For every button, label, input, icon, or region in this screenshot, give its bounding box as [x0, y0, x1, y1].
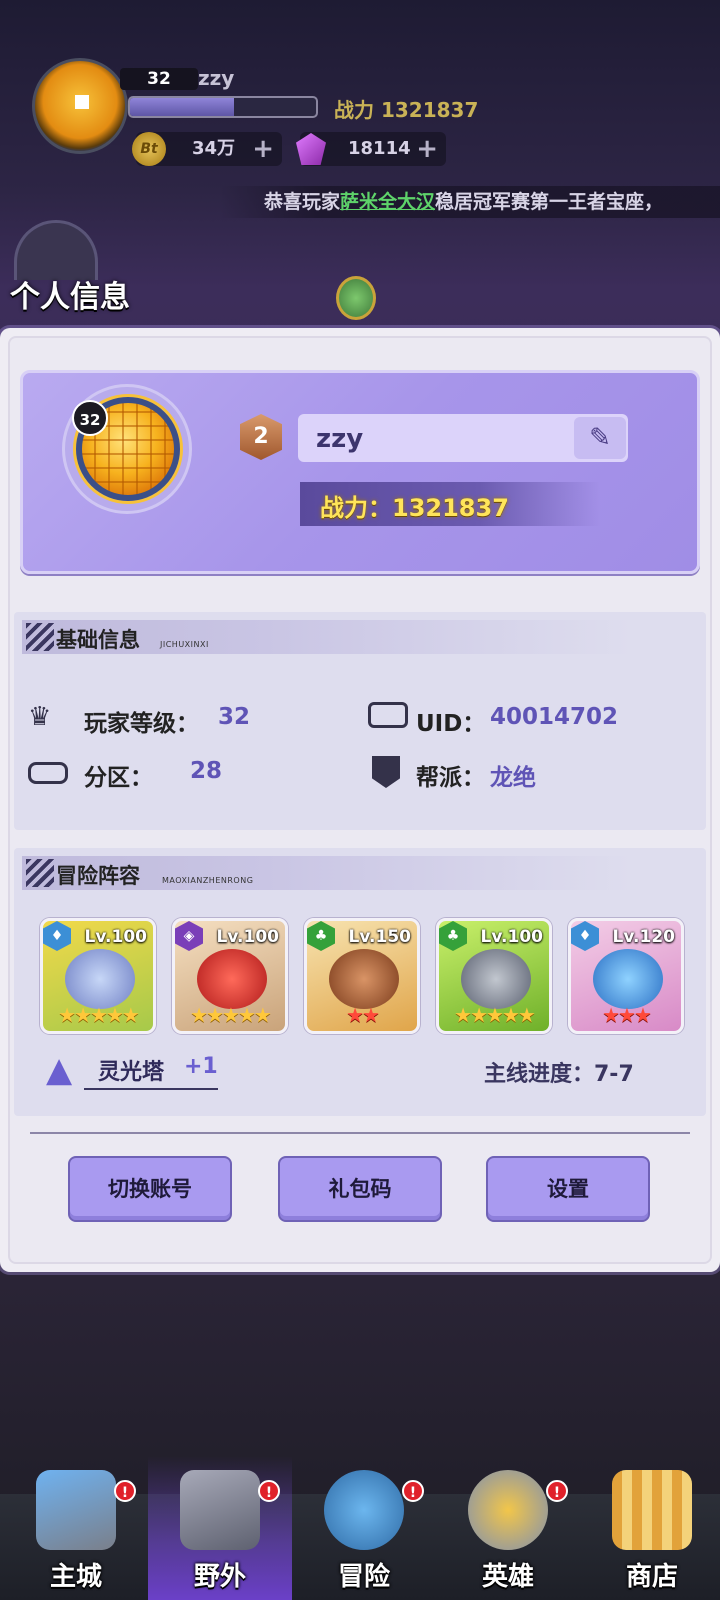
- side-menu-icon[interactable]: [14, 220, 98, 280]
- nav-main-city[interactable]: ! 主城: [4, 1456, 148, 1600]
- nav-label: 商店: [625, 1562, 678, 1592]
- lineup-subtitle: MAOXIANZHENRONG: [162, 876, 254, 885]
- uid-label: UID：: [416, 711, 486, 737]
- hero-level: Lv.100: [480, 927, 543, 947]
- profile-name: zzy: [316, 424, 364, 454]
- hero-slot-4[interactable]: ♣ Lv.100 ★★★★★: [436, 918, 552, 1034]
- hero-stars: ★★★★★: [58, 1003, 140, 1027]
- nav-field[interactable]: ! 野外: [148, 1456, 292, 1600]
- switch-account-button[interactable]: 切换账号: [68, 1156, 232, 1222]
- profile-level-badge: 32: [72, 400, 108, 436]
- nav-label: 主城: [49, 1562, 102, 1592]
- gem-amount: 18114: [348, 138, 411, 159]
- coin-resource: Bt 34万 +: [132, 132, 282, 166]
- player-avatar[interactable]: [32, 58, 128, 154]
- stripes-icon: [26, 623, 54, 651]
- hero-type-icon: ♦: [43, 921, 71, 951]
- add-gem-button[interactable]: +: [416, 132, 438, 166]
- field-fort-icon: [180, 1470, 260, 1550]
- hero-type-icon: ♦: [571, 921, 599, 951]
- nav-adventure[interactable]: ! 冒险: [292, 1456, 436, 1600]
- lineup-title: 冒险阵容: [56, 864, 140, 888]
- notification-badge: !: [546, 1480, 568, 1502]
- tower-underline: [84, 1088, 218, 1090]
- hero-stars: ★★: [346, 1003, 380, 1027]
- hero-level: Lv.100: [216, 927, 279, 947]
- hero-level: Lv.100: [84, 927, 147, 947]
- hero-stars: ★★★★★: [190, 1003, 272, 1027]
- tower-value: +1: [184, 1054, 218, 1079]
- notification-badge: !: [402, 1480, 424, 1502]
- hero-portrait: [65, 949, 135, 1009]
- hero-slot-5[interactable]: ♦ Lv.120 ★★★: [568, 918, 684, 1034]
- nav-shop[interactable]: 商店: [580, 1456, 720, 1600]
- page-title: 个人信息: [10, 280, 130, 315]
- crown-icon: ♛: [28, 702, 52, 732]
- ticker-player-link[interactable]: 萨米全大汉: [340, 191, 435, 213]
- zone-value: 28: [190, 758, 223, 784]
- hud-power: 战力 1321837: [334, 98, 479, 122]
- stripes-icon: [26, 859, 54, 887]
- hero-level: Lv.120: [612, 927, 675, 947]
- settings-button[interactable]: 设置: [486, 1156, 650, 1222]
- hero-portrait: [329, 949, 399, 1009]
- zone-label: 分区：: [84, 765, 153, 791]
- tower-label[interactable]: 灵光塔: [98, 1054, 164, 1086]
- guild-value[interactable]: 龙绝: [490, 758, 536, 792]
- gift-code-button[interactable]: 礼包码: [278, 1156, 442, 1222]
- gem-icon: [296, 133, 326, 165]
- basic-info-subtitle: JICHUXINXI: [160, 640, 209, 649]
- hero-portrait: [461, 949, 531, 1009]
- guild-label: 帮派：: [416, 765, 485, 791]
- hero-slot-3[interactable]: ♣ Lv.150 ★★: [304, 918, 420, 1034]
- player-level-label: 玩家等级：: [84, 711, 199, 737]
- hero-type-icon: ♣: [439, 921, 467, 951]
- hero-slot-2[interactable]: ◈ Lv.100 ★★★★★: [172, 918, 288, 1034]
- hero-level: Lv.150: [348, 927, 411, 947]
- main-stage-progress: 主线进度：7-7: [484, 1062, 634, 1087]
- hero-type-icon: ♣: [307, 921, 335, 951]
- hero-portrait: [593, 949, 663, 1009]
- xp-bar-fill: [130, 98, 235, 116]
- nav-label: 冒险: [337, 1562, 390, 1592]
- add-coin-button[interactable]: +: [252, 132, 274, 166]
- ticker-suffix: 稳居冠军赛第一王者宝座，: [435, 191, 664, 213]
- hero-slot-1[interactable]: ♦ Lv.100 ★★★★★: [40, 918, 156, 1034]
- hero-stars: ★★★★★: [454, 1003, 536, 1027]
- city-icon: [36, 1470, 116, 1550]
- nav-label: 野外: [193, 1562, 246, 1592]
- xp-bar: [128, 96, 318, 118]
- divider: [30, 1132, 690, 1134]
- profile-power: 战力：1321837: [320, 494, 509, 522]
- uid-value: 40014702: [490, 704, 619, 730]
- broadcast-ticker: 恭喜玩家萨米全大汉稳居冠军赛第一王者宝座，: [220, 186, 720, 218]
- nav-label: 英雄: [481, 1562, 534, 1592]
- hero-stars: ★★★: [602, 1003, 652, 1027]
- coin-amount: 34万: [192, 138, 236, 159]
- avatar-placeholder-icon: [75, 95, 89, 109]
- id-card-icon: [368, 702, 408, 728]
- nav-heroes[interactable]: ! 英雄: [436, 1456, 580, 1600]
- gem-resource: 18114 +: [296, 132, 446, 166]
- hero-portrait: [197, 949, 267, 1009]
- server-icon: [28, 762, 68, 784]
- hud-player-name: zzy: [198, 66, 235, 90]
- pencil-icon: ✎: [589, 423, 611, 453]
- basic-info-title: 基础信息: [56, 628, 140, 652]
- notification-badge: !: [114, 1480, 136, 1502]
- notification-badge: !: [258, 1480, 280, 1502]
- adventure-monster-icon: [324, 1470, 404, 1550]
- coin-icon: Bt: [132, 132, 166, 166]
- ticker-prefix: 恭喜玩家: [264, 191, 341, 213]
- hero-helmet-icon: [468, 1470, 548, 1550]
- hero-type-icon: ◈: [175, 921, 203, 951]
- tower-icon: ▲: [46, 1050, 73, 1090]
- hud-level: 32: [120, 68, 198, 90]
- background-character: [336, 276, 376, 320]
- shop-stall-icon: [612, 1470, 692, 1550]
- player-level-value: 32: [218, 704, 251, 730]
- edit-name-button[interactable]: ✎: [574, 417, 626, 459]
